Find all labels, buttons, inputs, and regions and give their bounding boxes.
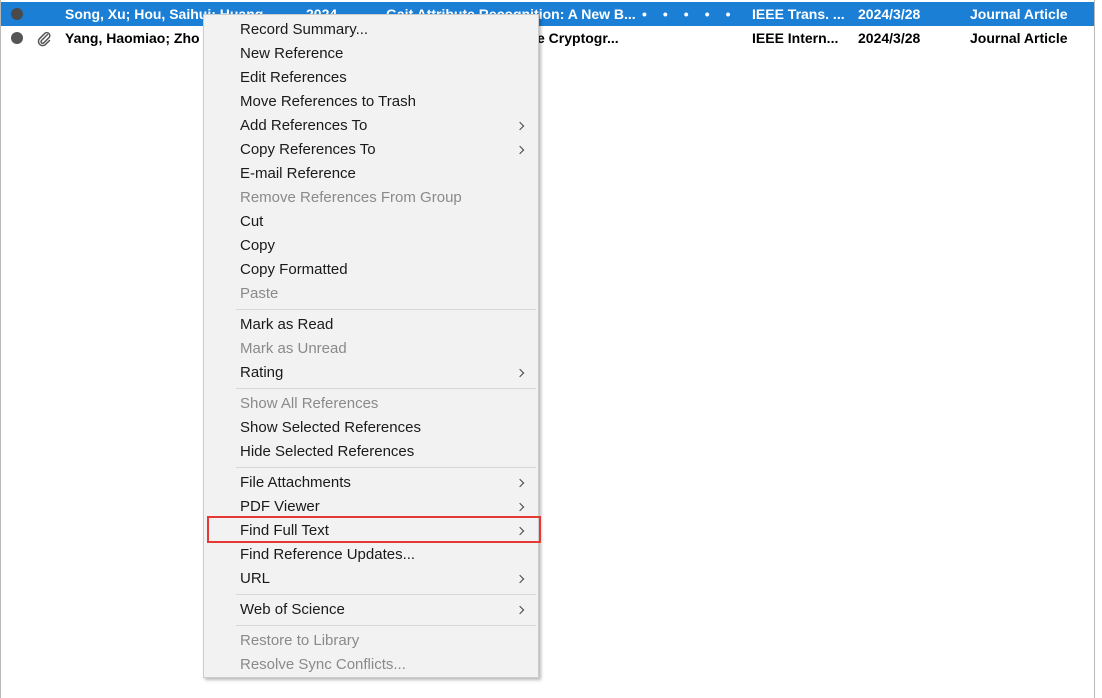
menu-item-label: Cut [240, 213, 264, 230]
menu-item-label: Copy [240, 237, 276, 254]
author-cell: Yang, Haomiao; Zho [65, 30, 200, 46]
menu-item-label: Add References To [240, 117, 368, 134]
list-border-left [0, 0, 1, 698]
menu-item-label: Mark as Unread [240, 340, 347, 357]
chevron-right-icon [515, 145, 525, 155]
chevron-right-icon [515, 478, 525, 488]
menu-item-url[interactable]: URL [204, 567, 538, 591]
menu-item-label: Record Summary... [240, 21, 369, 38]
menu-item-label: Paste [240, 285, 279, 302]
menu-item-edit-references[interactable]: Edit References [204, 66, 538, 90]
menu-item-label: File Attachments [240, 474, 351, 491]
menu-item-label: Copy Formatted [240, 261, 348, 278]
menu-separator [236, 388, 536, 389]
menu-separator [236, 625, 536, 626]
menu-item-label: Show Selected References [240, 419, 421, 436]
title-cell: e Cryptogr... [537, 30, 619, 46]
menu-item-paste: Paste [204, 282, 538, 306]
menu-item-copy-references-to[interactable]: Copy References To [204, 138, 538, 162]
menu-item-mark-as-unread: Mark as Unread [204, 337, 538, 361]
menu-item-label: Edit References [240, 69, 347, 86]
menu-item-new-reference[interactable]: New Reference [204, 42, 538, 66]
date-cell: 2024/3/28 [858, 6, 921, 22]
menu-item-copy[interactable]: Copy [204, 234, 538, 258]
menu-item-record-summary[interactable]: Record Summary... [204, 18, 538, 42]
menu-item-show-all-references: Show All References [204, 392, 538, 416]
chevron-right-icon [515, 574, 525, 584]
menu-item-label: Hide Selected References [240, 443, 415, 460]
menu-item-label: Web of Science [240, 601, 345, 618]
menu-item-add-references-to[interactable]: Add References To [204, 114, 538, 138]
reference-row-1[interactable]: Song, Xu; Hou, Saihui; Huang... 2024 Gai… [1, 2, 1094, 26]
chevron-right-icon [515, 368, 525, 378]
type-cell: Journal Article [970, 6, 1068, 22]
menu-item-web-of-science[interactable]: Web of Science [204, 598, 538, 622]
menu-item-label: Restore to Library [240, 632, 360, 649]
reference-row-2[interactable]: Yang, Haomiao; Zho e Cryptogr... IEEE In… [1, 26, 1094, 50]
menu-item-file-attachments[interactable]: File Attachments [204, 471, 538, 495]
menu-item-label: Copy References To [240, 141, 376, 158]
menu-item-resolve-sync-conflicts: Resolve Sync Conflicts... [204, 653, 538, 677]
menu-item-mark-as-read[interactable]: Mark as Read [204, 313, 538, 337]
menu-item-find-reference-updates[interactable]: Find Reference Updates... [204, 543, 538, 567]
menu-item-restore-to-library: Restore to Library [204, 629, 538, 653]
menu-item-hide-selected-references[interactable]: Hide Selected References [204, 440, 538, 464]
chevron-right-icon [515, 526, 525, 536]
menu-item-remove-from-group: Remove References From Group [204, 186, 538, 210]
journal-cell: IEEE Trans. ... [752, 6, 845, 22]
list-border-right [1094, 0, 1095, 698]
paperclip-icon [37, 31, 51, 47]
menu-item-label: Remove References From Group [240, 189, 462, 206]
menu-item-label: Resolve Sync Conflicts... [240, 656, 406, 673]
menu-item-rating[interactable]: Rating [204, 361, 538, 385]
journal-cell: IEEE Intern... [752, 30, 839, 46]
menu-separator [236, 309, 536, 310]
chevron-right-icon [515, 121, 525, 131]
read-status-dot-icon[interactable] [11, 32, 23, 44]
read-status-dot-icon[interactable] [11, 8, 23, 20]
menu-item-label: Find Full Text [240, 522, 329, 539]
menu-item-label: URL [240, 570, 271, 587]
menu-item-pdf-viewer[interactable]: PDF Viewer [204, 495, 538, 519]
menu-item-move-to-trash[interactable]: Move References to Trash [204, 90, 538, 114]
menu-item-cut[interactable]: Cut [204, 210, 538, 234]
chevron-right-icon [515, 605, 525, 615]
menu-item-email-reference[interactable]: E-mail Reference [204, 162, 538, 186]
chevron-right-icon [515, 502, 525, 512]
menu-item-show-selected-references[interactable]: Show Selected References [204, 416, 538, 440]
menu-item-label: New Reference [240, 45, 344, 62]
menu-item-label: Rating [240, 364, 284, 381]
menu-item-find-full-text[interactable]: Find Full Text [204, 519, 538, 543]
menu-item-label: PDF Viewer [240, 498, 320, 515]
menu-separator [236, 467, 536, 468]
menu-item-label: Find Reference Updates... [240, 546, 416, 563]
context-menu: Record Summary... New Reference Edit Ref… [203, 14, 539, 678]
menu-item-copy-formatted[interactable]: Copy Formatted [204, 258, 538, 282]
menu-item-label: Move References to Trash [240, 93, 416, 110]
menu-item-label: Show All References [240, 395, 379, 412]
type-cell: Journal Article [970, 30, 1068, 46]
menu-item-label: Mark as Read [240, 316, 334, 333]
menu-separator [236, 594, 536, 595]
rating-dots[interactable]: ••••• [642, 2, 747, 26]
date-cell: 2024/3/28 [858, 30, 921, 46]
menu-item-label: E-mail Reference [240, 165, 356, 182]
